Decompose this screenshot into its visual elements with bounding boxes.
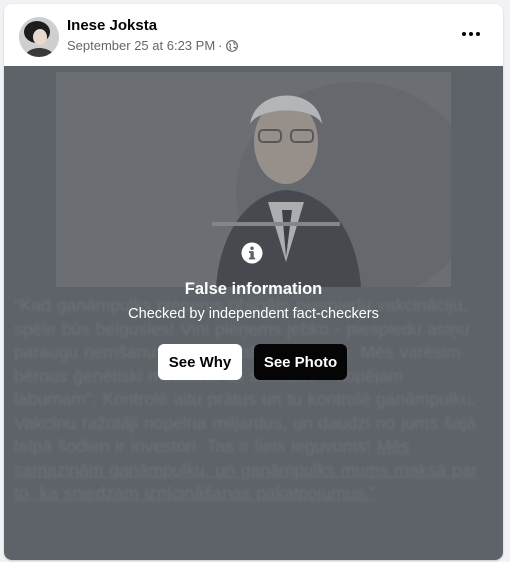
- author-avatar[interactable]: [19, 17, 59, 57]
- post-header: Inese Joksta September 25 at 6:23 PM ·: [4, 4, 503, 66]
- fact-check-cover: “Kad ganāmpulks pienems obligāto piespie…: [4, 66, 503, 560]
- fact-check-title: False information: [184, 280, 323, 298]
- post-card: Inese Joksta September 25 at 6:23 PM · “…: [4, 4, 503, 560]
- fact-check-subtitle: Checked by independent fact-checkers: [128, 306, 379, 322]
- author-name[interactable]: Inese Joksta: [67, 17, 157, 34]
- globe-icon[interactable]: [225, 39, 238, 52]
- info-icon: [241, 242, 263, 264]
- more-options-icon[interactable]: [457, 24, 485, 44]
- post-timestamp[interactable]: September 25 at 6:23 PM: [67, 38, 215, 53]
- see-photo-button[interactable]: See Photo: [254, 344, 347, 380]
- meta-separator: ·: [218, 38, 223, 53]
- post-meta: September 25 at 6:23 PM ·: [67, 38, 238, 53]
- see-why-button[interactable]: See Why: [158, 344, 242, 380]
